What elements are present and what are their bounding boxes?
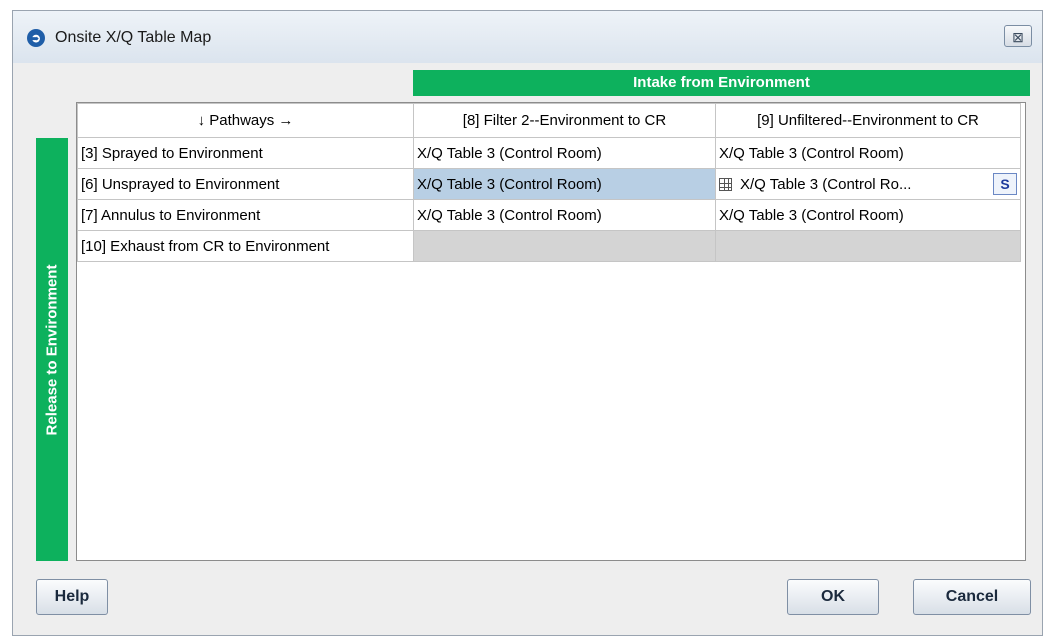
table-cell-selected[interactable]: X/Q Table 3 (Control Room) (413, 168, 716, 200)
ok-button[interactable]: OK (787, 579, 879, 615)
table-cell[interactable]: X/Q Table 3 (Control Room) (715, 137, 1021, 169)
row-header: [7] Annulus to Environment (77, 199, 414, 231)
table-cell-disabled (715, 230, 1021, 262)
title-bar: ➲ Onsite X/Q Table Map ⊠ (13, 11, 1042, 63)
pathway-table: ↓ Pathways → [8] Filter 2--Environment t… (77, 103, 1021, 262)
row-header: [10] Exhaust from CR to Environment (77, 230, 414, 262)
table-row: [6] Unsprayed to Environment X/Q Table 3… (77, 168, 1021, 200)
table-cell[interactable]: X/Q Table 3 (Control Room) (715, 199, 1021, 231)
corner-header: ↓ Pathways → (77, 103, 414, 138)
close-button[interactable]: ⊠ (1004, 25, 1032, 47)
release-banner: Release to Environment (36, 138, 68, 561)
row-header: [6] Unsprayed to Environment (77, 168, 414, 200)
table-cell[interactable]: X/Q Table 3 (Control Room) (413, 137, 716, 169)
table-row: [10] Exhaust from CR to Environment (77, 230, 1021, 262)
table-row: [3] Sprayed to Environment X/Q Table 3 (… (77, 137, 1021, 169)
table-cell-editing[interactable]: X/Q Table 3 (Control Ro... S (715, 168, 1021, 200)
release-banner-label: Release to Environment (43, 264, 61, 435)
table-cell-disabled (413, 230, 716, 262)
intake-banner: Intake from Environment (413, 70, 1030, 96)
window-title: Onsite X/Q Table Map (55, 29, 212, 46)
cell-editor-value[interactable]: X/Q Table 3 (Control Ro... (740, 176, 911, 193)
table-cell[interactable]: X/Q Table 3 (Control Room) (413, 199, 716, 231)
column-header-filter2: [8] Filter 2--Environment to CR (413, 103, 716, 138)
help-button[interactable]: Help (36, 579, 108, 615)
table-row: [7] Annulus to Environment X/Q Table 3 (… (77, 199, 1021, 231)
dialog-window: ➲ Onsite X/Q Table Map ⊠ Intake from Env… (12, 10, 1043, 636)
app-logo-icon: ➲ (27, 29, 45, 47)
table-scroll-area: ↓ Pathways → [8] Filter 2--Environment t… (76, 102, 1026, 561)
row-header: [3] Sprayed to Environment (77, 137, 414, 169)
table-header-row: ↓ Pathways → [8] Filter 2--Environment t… (77, 103, 1021, 138)
table-grid-icon (719, 177, 732, 191)
select-table-button[interactable]: S (993, 173, 1017, 195)
cancel-button[interactable]: Cancel (913, 579, 1031, 615)
column-header-unfiltered: [9] Unfiltered--Environment to CR (715, 103, 1021, 138)
